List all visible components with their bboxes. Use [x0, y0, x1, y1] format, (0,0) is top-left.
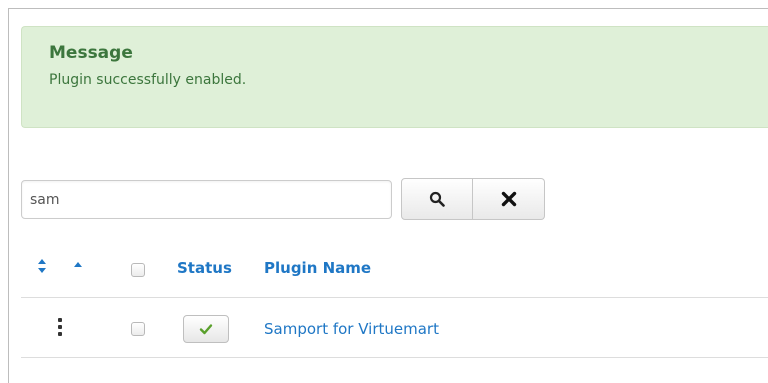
plugin-name-link[interactable]: Samport for Virtuemart [264, 320, 439, 338]
search-button[interactable] [401, 178, 473, 220]
drag-handle-icon[interactable] [58, 318, 62, 336]
select-all-checkbox[interactable] [131, 263, 145, 277]
column-header-plugin-name[interactable]: Plugin Name [264, 259, 371, 277]
search-icon [429, 191, 445, 207]
row-divider [21, 357, 768, 358]
clear-search-button[interactable] [473, 178, 545, 220]
check-icon [199, 324, 213, 335]
sort-asc-icon[interactable] [73, 258, 83, 280]
close-icon [501, 191, 516, 207]
alert-heading: Message [49, 43, 133, 63]
search-button-group [401, 178, 545, 220]
header-divider [21, 297, 768, 298]
alert-text: Plugin successfully enabled. [49, 72, 247, 88]
success-alert: Message Plugin successfully enabled. [21, 26, 768, 128]
row-checkbox[interactable] [131, 322, 145, 336]
column-header-status[interactable]: Status [177, 259, 232, 277]
status-toggle-button[interactable] [183, 315, 229, 343]
sort-icon[interactable] [37, 258, 47, 280]
search-input[interactable] [21, 180, 392, 219]
